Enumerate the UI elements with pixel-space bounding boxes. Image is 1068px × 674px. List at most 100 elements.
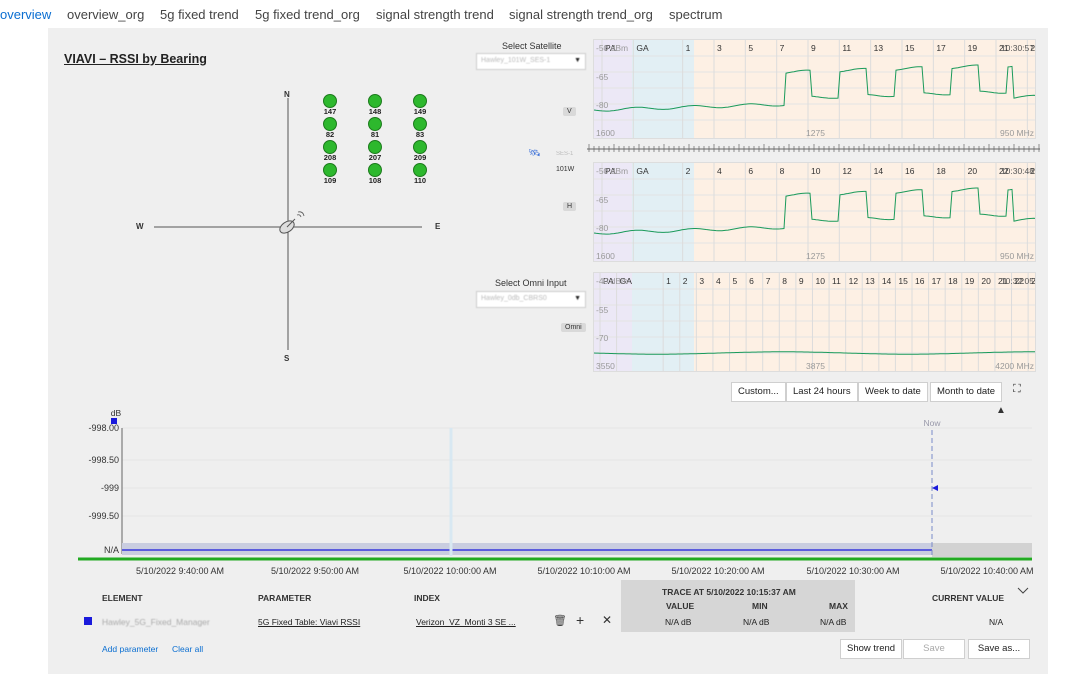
tab-spectrum[interactable]: spectrum xyxy=(669,7,722,22)
channel-marker: 11 xyxy=(832,276,841,286)
tab-signal-strength-trend[interactable]: signal strength trend xyxy=(376,7,494,22)
close-icon[interactable]: ✕ xyxy=(602,613,612,627)
satellite-dish-icon xyxy=(279,211,305,234)
x-tick-label: 5/10/2022 10:40:00 AM xyxy=(940,566,1033,576)
channel-marker: 5 xyxy=(748,43,753,53)
satellite-name: SES-1 xyxy=(556,151,574,157)
svg-text:950 MHz: 950 MHz xyxy=(1000,251,1034,261)
spectrum-horizontal[interactable]: PAGA24681012141618202224-50 dBm-65-80160… xyxy=(593,162,1036,262)
beam-indicator[interactable] xyxy=(413,117,427,131)
show-trend-button[interactable]: Show trend xyxy=(840,639,903,659)
channel-marker: 12 xyxy=(849,276,859,286)
clear-all-link[interactable]: Clear all xyxy=(172,644,203,654)
omni-select[interactable]: Hawley_0db_CBRS0 ▼ xyxy=(476,291,586,308)
channel-marker: 10 xyxy=(815,276,825,286)
trace-header: TRACE AT 5/10/2022 10:15:37 AM xyxy=(662,587,796,597)
channel-marker: 18 xyxy=(936,166,946,176)
channel-marker: GA xyxy=(636,166,649,176)
svg-text:3875: 3875 xyxy=(806,361,825,371)
x-tick-label: 5/10/2022 10:20:00 AM xyxy=(671,566,764,576)
svg-text:1600: 1600 xyxy=(596,128,615,138)
spectrum-vertical[interactable]: PAGA1357911131517192123-50 dBm-65-801600… xyxy=(593,39,1036,139)
beam-indicator[interactable] xyxy=(368,117,382,131)
svg-text:1275: 1275 xyxy=(806,251,825,261)
col-current-header: CURRENT VALUE xyxy=(932,593,1005,603)
svg-text:3550: 3550 xyxy=(596,361,615,371)
trend-chart[interactable]: -998.00 -998.50 -999 -999.50 N/A dB Now 5/10/20… xyxy=(60,408,1036,580)
rssi-title: VIAVI – RSSI by Bearing xyxy=(64,52,207,66)
beam-indicator[interactable] xyxy=(323,94,337,108)
beam-indicator[interactable] xyxy=(413,94,427,108)
channel-marker: 20 xyxy=(981,276,991,286)
svg-text:10:30:57: 10:30:57 xyxy=(1001,43,1034,53)
frequency-scale xyxy=(587,142,1040,157)
channel-marker: 18 xyxy=(948,276,958,286)
beam-indicator[interactable] xyxy=(368,163,382,177)
beam-label: 207 xyxy=(368,153,382,162)
spectrum-omni[interactable]: PA GA 1 2 3 4 5 6 7 8 9 10 11 12 13 14 15 16 17 18 19 20 21 22 2… xyxy=(593,272,1036,372)
channel-marker: 14 xyxy=(874,166,884,176)
beam-indicator[interactable] xyxy=(368,140,382,154)
tab-overview[interactable]: overview xyxy=(0,7,51,22)
tab-5g-fixed-trend-org[interactable]: 5g fixed trend_org xyxy=(255,7,360,22)
channel-marker: 1 xyxy=(666,276,671,286)
channel-marker: 13 xyxy=(865,276,875,286)
series-swatch xyxy=(111,418,117,424)
satellite-icon: 🛰 xyxy=(528,148,541,159)
beam-indicator[interactable] xyxy=(368,94,382,108)
satellite-position: 101W xyxy=(556,166,575,173)
svg-text:-55: -55 xyxy=(596,305,609,315)
beam-indicator[interactable] xyxy=(413,140,427,154)
beam-label: 83 xyxy=(415,130,425,139)
svg-text:-65: -65 xyxy=(596,195,609,205)
last-24-hours-button[interactable]: Last 24 hours xyxy=(786,382,858,402)
spectrum-plot: PA GA 1 2 3 4 5 6 7 8 9 10 11 12 13 14 15 16 17 18 19 20 21 22 2… xyxy=(594,273,1035,371)
channel-marker: 11 xyxy=(842,43,851,53)
delete-icon[interactable]: 🗑 xyxy=(553,614,567,627)
svg-text:-50 dBm: -50 dBm xyxy=(596,43,628,53)
week-to-date-button[interactable]: Week to date xyxy=(858,382,928,402)
tab-signal-strength-trend-org[interactable]: signal strength trend_org xyxy=(509,7,653,22)
x-tick-label: 5/10/2022 10:00:00 AM xyxy=(403,566,496,576)
satellite-select[interactable]: Hawley_101W_SES-1 ▼ xyxy=(476,53,586,70)
svg-text:-70: -70 xyxy=(596,333,609,343)
beam-indicator[interactable] xyxy=(323,117,337,131)
svg-text:10:32:05: 10:32:05 xyxy=(1001,276,1034,286)
row-min: N/A dB xyxy=(743,617,770,627)
beam-indicator[interactable] xyxy=(323,163,337,177)
fullscreen-icon[interactable]: ⛶ xyxy=(1013,383,1021,396)
channel-marker: 10 xyxy=(811,166,821,176)
compass-e: E xyxy=(435,222,441,231)
select-satellite-label: Select Satellite xyxy=(502,41,562,51)
svg-text:-80: -80 xyxy=(596,223,609,233)
svg-text:-40 dBm: -40 dBm xyxy=(596,276,628,286)
beam-indicator[interactable] xyxy=(413,163,427,177)
add-parameter-link[interactable]: Add parameter xyxy=(102,644,158,654)
channel-marker: 8 xyxy=(780,166,785,176)
col-max-header: MAX xyxy=(829,601,848,611)
row-index-link[interactable]: Verizon_VZ_Monti 3 SE ... xyxy=(416,617,516,627)
beam-indicator[interactable] xyxy=(323,140,337,154)
compass-w: W xyxy=(136,222,144,231)
beam-label: 110 xyxy=(413,176,427,185)
custom-range-button[interactable]: Custom... xyxy=(731,382,786,402)
tab-5g-fixed-trend[interactable]: 5g fixed trend xyxy=(160,7,239,22)
beam-label: 208 xyxy=(323,153,337,162)
channel-marker: 15 xyxy=(898,276,908,286)
chevron-down-icon[interactable] xyxy=(1017,587,1029,595)
omni-tag: Omni xyxy=(561,323,586,332)
polarization-v-tag: V xyxy=(563,107,576,116)
add-icon[interactable]: + xyxy=(576,612,584,628)
month-to-date-button[interactable]: Month to date xyxy=(930,382,1003,402)
x-tick-label: 5/10/2022 9:50:00 AM xyxy=(271,566,359,576)
save-as-button[interactable]: Save as... xyxy=(968,639,1030,659)
channel-marker: 7 xyxy=(766,276,771,286)
tab-overview-org[interactable]: overview_org xyxy=(67,7,144,22)
svg-text:1275: 1275 xyxy=(806,128,825,138)
row-parameter-link[interactable]: 5G Fixed Table: Viavi RSSI xyxy=(258,617,360,627)
channel-marker: 8 xyxy=(782,276,787,286)
channel-marker: 3 xyxy=(717,43,722,53)
beam-label: 149 xyxy=(413,107,427,116)
row-value: N/A dB xyxy=(665,617,692,627)
save-button[interactable]: Save xyxy=(903,639,965,659)
